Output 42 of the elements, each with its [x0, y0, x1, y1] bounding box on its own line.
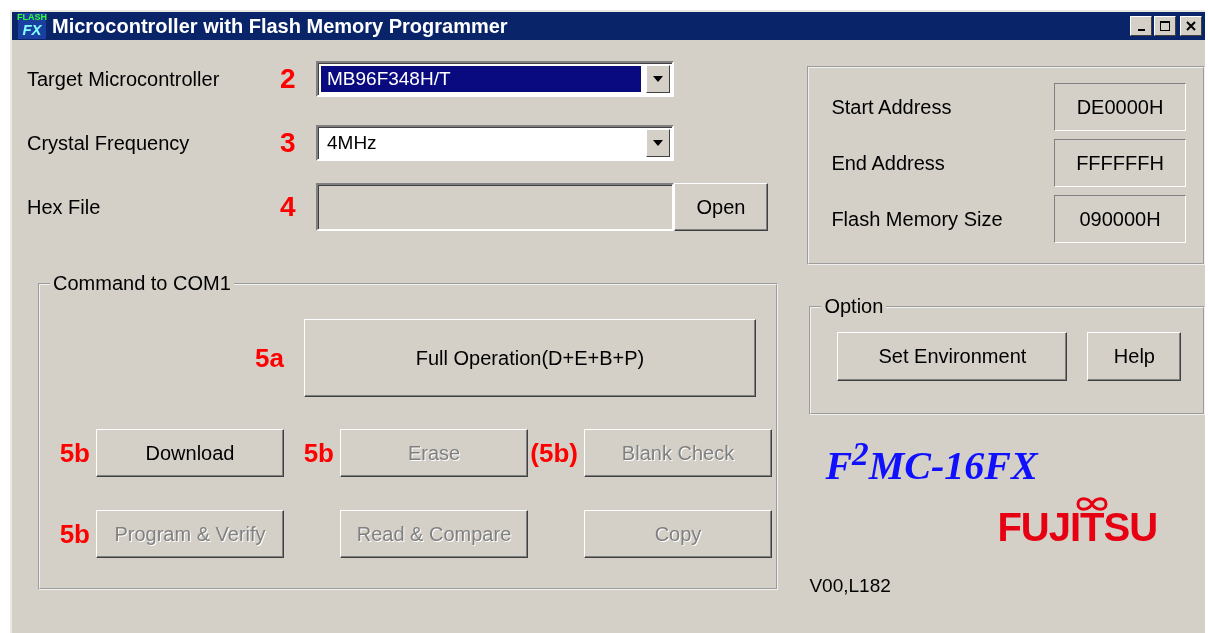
product-logo: F$^{2}$MC-16FX: [825, 435, 1038, 490]
annotation-label: (5b): [530, 437, 578, 469]
close-icon: [1185, 20, 1197, 32]
option-button[interactable]: Help: [1087, 332, 1182, 381]
dropdown[interactable]: MB96F348H/T: [316, 61, 674, 97]
field-label: Hex File: [27, 195, 102, 219]
info-value: DE0000H: [1054, 83, 1186, 131]
annotation-label: 5b: [59, 518, 90, 550]
annotation-label: 5a: [255, 342, 284, 374]
full-operation-button[interactable]: Full Operation(D+E+B+P): [304, 319, 756, 397]
info-label: Start Address: [831, 95, 952, 119]
field-label: Target Microcontroller: [27, 67, 221, 91]
dropdown-value: MB96F348H/T: [321, 66, 641, 92]
app-icon: FLASH FX: [18, 13, 46, 39]
option-button[interactable]: Set Environment: [837, 332, 1068, 381]
field-label: Crystal Frequency: [27, 131, 191, 155]
group-title: Option: [823, 295, 885, 318]
dropdown[interactable]: 4MHz: [316, 125, 674, 161]
version-text: V00,L182: [809, 575, 891, 598]
dropdown-value: 4MHz: [326, 131, 378, 155]
info-label: Flash Memory Size: [831, 207, 1003, 231]
info-value: 090000H: [1054, 195, 1186, 243]
close-button[interactable]: [1180, 16, 1202, 36]
annotation-number: 2: [280, 63, 297, 95]
dropdown-arrow-button[interactable]: [646, 129, 670, 157]
annotation-label: 5b: [59, 437, 90, 469]
annotation-label: 5b: [303, 437, 334, 469]
maximize-button[interactable]: [1154, 16, 1176, 36]
brand-logo: FUJITSU: [997, 495, 1158, 548]
annotation-number: 3: [280, 127, 297, 159]
window-title: Microcontroller with Flash Memory Programmer: [52, 14, 509, 38]
minimize-button[interactable]: [1130, 16, 1152, 36]
dropdown-arrow-button[interactable]: [646, 65, 670, 93]
caret-icon: [653, 76, 663, 82]
maximize-icon: [1159, 20, 1171, 32]
group-title: Command to COM1: [52, 272, 232, 295]
info-value: FFFFFFH: [1054, 139, 1186, 187]
caret-icon: [653, 140, 663, 146]
command-button[interactable]: Download: [96, 429, 284, 477]
info-label: End Address: [831, 151, 945, 175]
minimize-icon: [1137, 29, 1145, 31]
annotation-number: 4: [280, 191, 297, 223]
